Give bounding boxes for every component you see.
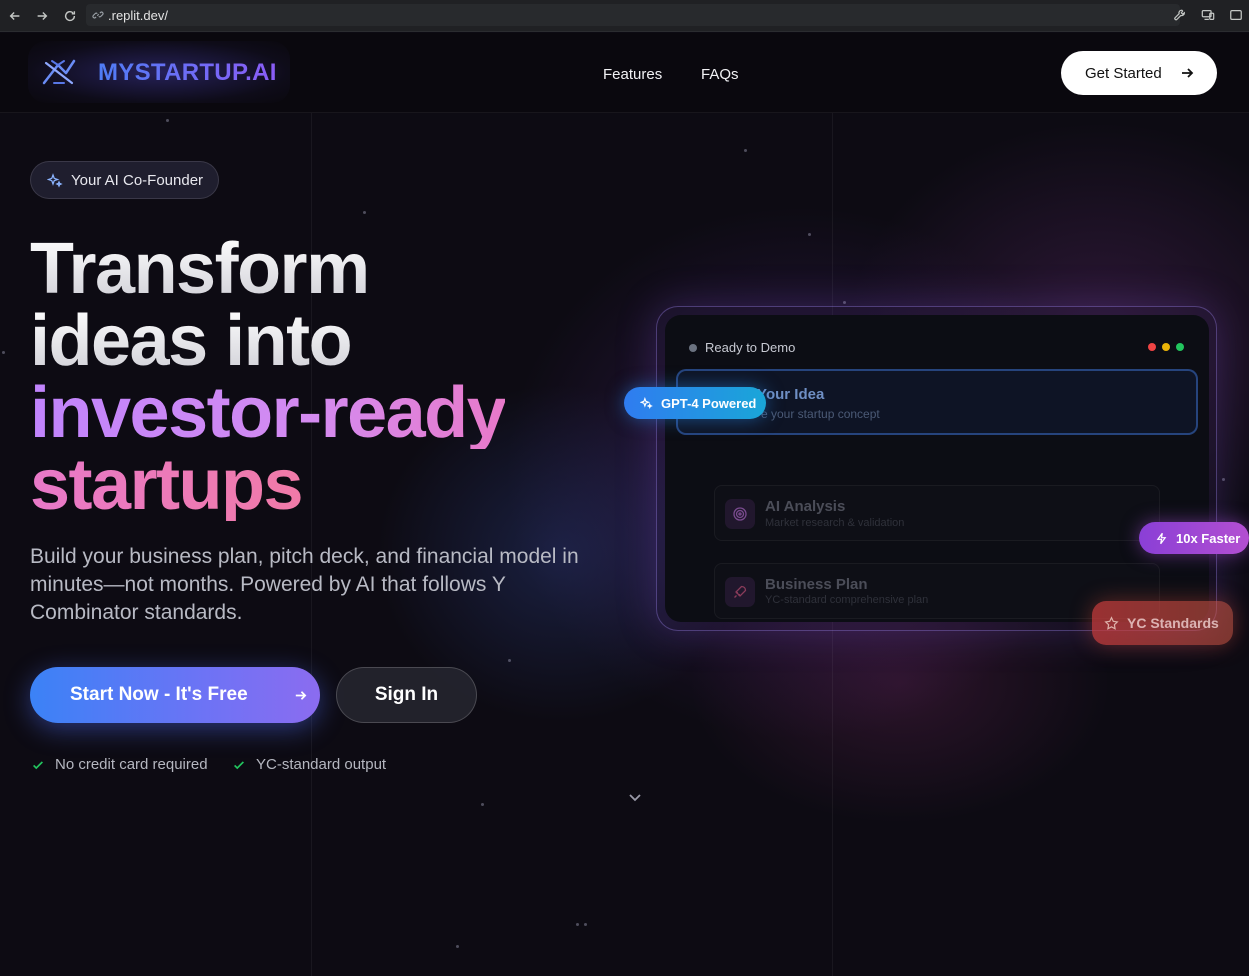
devices-icon[interactable] [1199,6,1217,24]
browser-toolbar: .replit.dev/ [0,0,1249,32]
nav-features-link[interactable]: Features [603,66,662,83]
back-icon[interactable] [2,3,28,29]
link-icon [92,11,104,19]
target-icon [725,499,755,529]
site-header: MYSTARTUP.AI Features FAQs Get Started [0,33,1249,113]
step-desc: YC-standard comprehensive plan [765,594,929,606]
check-yc-output: YC-standard output [232,756,386,773]
headline-line-2: ideas into [30,301,353,381]
window-icon[interactable] [1227,6,1245,24]
reload-icon[interactable] [57,3,83,29]
star-dot [456,945,459,948]
logo-icon[interactable] [38,55,80,89]
star-icon [1104,615,1119,630]
start-now-button[interactable]: Start Now - It's Free [30,667,320,723]
sparkle-icon [47,173,63,188]
headline-line-3: investor-ready [30,373,507,453]
nav-faqs-link[interactable]: FAQs [701,66,739,83]
traffic-light-green [1176,343,1184,351]
star-dot [1222,478,1225,481]
step-desc: e your startup concept [761,407,880,421]
check-icon [33,760,43,769]
hero-subtitle: Build your business plan, pitch deck, an… [30,545,579,624]
check-no-credit-card: No credit card required [31,756,208,773]
demo-status: Ready to Demo [689,340,795,355]
hero-badge-label: Your AI Co-Founder [71,171,204,189]
demo-panel: Ready to Demo ut Your Idea e your startu… [665,315,1209,622]
headline-line-4: startups [30,445,304,525]
gpt4-tag-label: GPT-4 Powered [661,395,757,411]
star-dot [166,119,169,122]
arrow-right-icon [1182,68,1194,78]
get-started-label: Get Started [1085,64,1162,82]
hero-badge: Your AI Co-Founder [30,161,219,199]
star-dot [744,149,747,152]
star-dot [508,659,511,662]
status-dot [689,343,697,352]
demo-status-label: Ready to Demo [705,340,796,355]
arrow-right-icon [295,691,307,700]
traffic-light-yellow [1162,343,1170,351]
yc-standards-tag: YC Standards [1092,601,1233,645]
star-dot [576,923,579,926]
gpt4-powered-tag: GPT-4 Powered [624,387,766,419]
forward-icon[interactable] [29,3,55,29]
yc-tag-label: YC Standards [1127,615,1219,631]
headline-line-1: Transform [30,229,370,309]
chevron-down-icon[interactable] [627,789,643,805]
wrench-icon[interactable] [1171,6,1189,24]
star-dot [584,923,587,926]
check-label: No credit card required [55,756,208,773]
star-dot [481,803,484,806]
url-text: .replit.dev/ [108,7,168,23]
sparkle-icon [640,396,653,409]
faster-tag-label: 10x Faster [1176,530,1241,546]
star-dot [808,233,811,236]
step-desc: Market research & validation [765,517,905,529]
landing-page: MYSTARTUP.AI Features FAQs Get Started Y… [0,33,1249,976]
star-dot [363,211,366,214]
faster-tag: 10x Faster [1139,522,1249,554]
sign-in-button[interactable]: Sign In [336,667,477,723]
traffic-light-red [1148,343,1156,351]
step-ai-analysis[interactable]: AI Analysis Market research & validation [714,485,1160,541]
star-dot [843,301,846,304]
check-label: YC-standard output [256,756,387,773]
get-started-button[interactable]: Get Started [1061,51,1217,95]
step-title: AI Analysis [765,498,846,515]
address-bar[interactable]: .replit.dev/ [86,4,1180,26]
rocket-icon [725,577,755,607]
step-title: Business Plan [765,576,868,593]
check-icon [234,760,244,769]
brand-name[interactable]: MYSTARTUP.AI [98,59,277,87]
start-now-label: Start Now - It's Free [70,684,248,705]
star-dot [2,351,5,354]
lightning-icon [1156,532,1167,544]
